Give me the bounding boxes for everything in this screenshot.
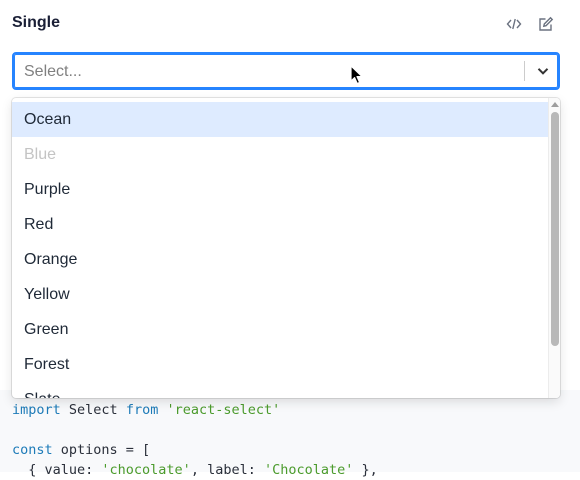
code-string: 'react-select'	[158, 402, 281, 418]
scroll-up-arrow-icon[interactable]	[551, 102, 559, 107]
option-green[interactable]: Green	[12, 312, 548, 347]
option-yellow[interactable]: Yellow	[12, 277, 548, 312]
option-blue: Blue	[24, 146, 57, 163]
code-line: const options = [	[12, 440, 150, 460]
page-title: Single	[12, 14, 61, 31]
code-keyword: const	[12, 442, 53, 458]
code-string: 'Chocolate'	[263, 462, 354, 478]
code-text: { value:	[12, 462, 102, 478]
mouse-cursor-icon	[350, 65, 364, 90]
select-input[interactable]: Select...	[12, 52, 560, 90]
code-line: import Select from 'react-select'	[12, 400, 280, 420]
code-text: options = [	[52, 442, 151, 458]
code-text: , label:	[190, 462, 264, 478]
code-keyword: from	[125, 402, 159, 418]
code-text: },	[353, 462, 378, 478]
code-string: 'chocolate'	[101, 462, 191, 478]
code-keyword: import	[12, 402, 61, 418]
option-purple[interactable]: Purple	[12, 172, 548, 207]
edit-icon[interactable]	[536, 14, 556, 34]
code-block: import Select from 'react-select' const …	[0, 390, 580, 478]
dropdown-menu[interactable]: Ocean Blue Purple Red Orange Yellow Gree…	[12, 98, 560, 398]
option-slate[interactable]: Slate	[12, 382, 548, 398]
option-ocean[interactable]: Ocean	[12, 102, 548, 137]
option-orange[interactable]: Orange	[12, 242, 548, 277]
select-placeholder: Select...	[24, 63, 82, 80]
chevron-down-icon[interactable]	[532, 61, 554, 81]
code-line: { value: 'chocolate', label: 'Chocolate'…	[12, 460, 378, 480]
indicator-separator	[524, 61, 525, 81]
scrollbar-thumb[interactable]	[551, 112, 559, 346]
code-text: Select	[60, 402, 126, 418]
code-icon[interactable]	[504, 14, 524, 34]
option-red[interactable]: Red	[12, 207, 548, 242]
option-forest[interactable]: Forest	[12, 347, 548, 382]
